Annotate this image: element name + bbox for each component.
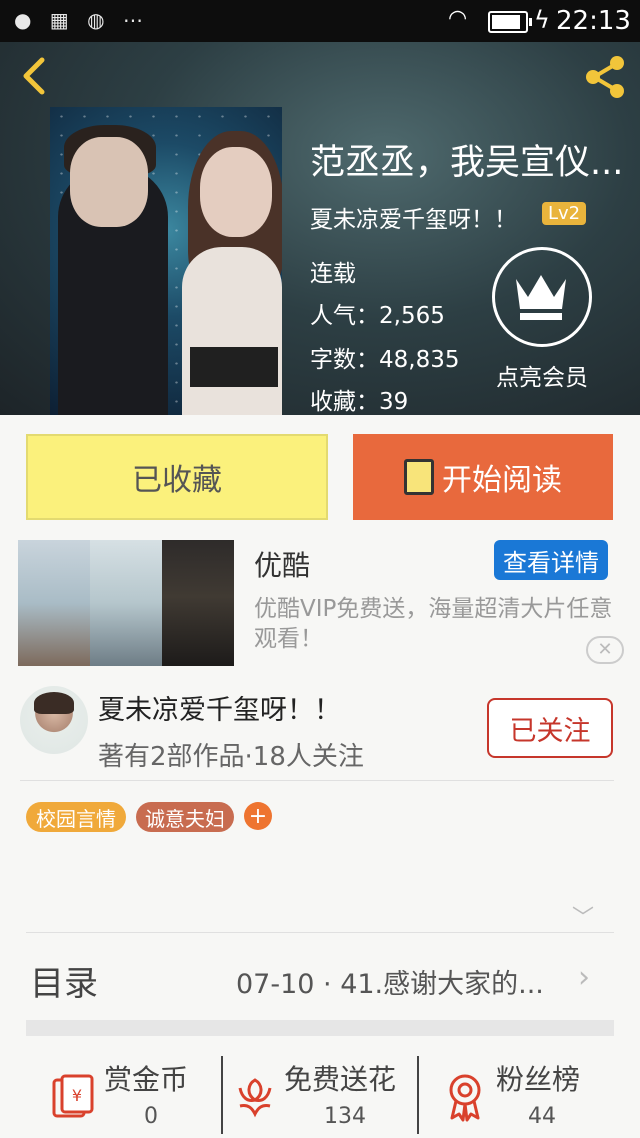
ad-image[interactable] [18, 540, 234, 666]
tag-couple[interactable]: 诚意夫妇 [136, 802, 234, 832]
crown-icon [516, 275, 566, 320]
fan-ranking-button[interactable]: 粉丝榜 44 [444, 1056, 614, 1138]
latest-chapter[interactable]: 07-10 · 41.感谢大家的... [236, 962, 544, 1001]
medal-icon [449, 1074, 481, 1122]
fan-ranking-label: 粉丝榜 [496, 1063, 581, 1096]
reward-coins-button[interactable]: ¥ 赏金币 0 [50, 1056, 220, 1138]
coin-card-icon: ¥ [52, 1074, 94, 1118]
popularity-stat: 人气：2,565 [310, 296, 445, 330]
vip-label[interactable]: 点亮会员 [496, 358, 588, 392]
author-meta: 著有2部作品·18人关注 [98, 742, 364, 772]
divider [417, 1056, 419, 1134]
word-count-label: 字数： [310, 347, 379, 373]
reward-coins-value: 0 [144, 1104, 158, 1129]
charging-icon: ϟ [534, 6, 550, 34]
ad-description: 优酷VIP免费送，海量超清大片任意观看！ [254, 596, 613, 652]
reward-coins-label: 赏金币 [104, 1063, 189, 1096]
status-bar: ● ▦ ◍ ⋯ ◠ ϟ 22:13 [0, 0, 640, 42]
book-title: 范丞丞，我吴宣仪... [310, 143, 624, 183]
send-flowers-label: 免费送花 [284, 1063, 397, 1096]
word-count-value: 48,835 [379, 347, 460, 373]
back-arrow-icon[interactable] [18, 56, 50, 96]
word-count-stat: 字数：48,835 [310, 340, 459, 374]
book-author[interactable]: 夏未凉爱千玺呀！！ [310, 200, 517, 234]
author-avatar[interactable] [20, 686, 88, 754]
favorited-button[interactable]: 已收藏 [26, 434, 328, 520]
favorites-label: 收藏： [310, 389, 379, 415]
clock: 22:13 [556, 6, 631, 36]
ad-close-icon[interactable]: ✕ [586, 636, 624, 664]
divider [26, 932, 614, 933]
notification-icons: ● ▦ ◍ ⋯ [14, 8, 149, 32]
divider [20, 780, 614, 781]
book-icon [404, 459, 434, 495]
favorited-label: 已收藏 [132, 463, 222, 498]
send-flowers-value: 134 [324, 1104, 366, 1129]
popularity-label: 人气： [310, 303, 379, 329]
serial-status: 连载 [310, 261, 356, 287]
chevron-right-icon[interactable]: › [578, 960, 590, 995]
ad-title: 优酷 [254, 549, 311, 582]
author-level-badge: Lv2 [542, 202, 587, 225]
author-name[interactable]: 夏未凉爱千玺呀！！ [98, 688, 341, 727]
section-separator [26, 1020, 614, 1036]
favorites-value: 39 [379, 389, 409, 415]
popularity-value: 2,565 [379, 303, 445, 329]
start-reading-label: 开始阅读 [442, 463, 562, 498]
add-tag-button[interactable]: + [244, 802, 272, 830]
expand-chevron-icon[interactable]: ﹀ [572, 900, 594, 932]
vip-button[interactable] [492, 247, 592, 347]
wifi-icon: ◠ [448, 6, 468, 31]
send-flowers-button[interactable]: 免费送花 134 [234, 1056, 414, 1138]
favorites-stat: 收藏：39 [310, 382, 408, 416]
book-cover[interactable] [50, 107, 282, 415]
tag-campus-romance[interactable]: 校园言情 [26, 802, 126, 832]
toc-label[interactable]: 目录 [30, 956, 98, 1005]
share-icon[interactable] [580, 52, 630, 102]
battery-icon [488, 11, 532, 33]
ad-details-button[interactable]: 查看详情 [494, 540, 608, 580]
flower-icon [238, 1078, 272, 1118]
start-reading-button[interactable]: 开始阅读 [353, 434, 613, 520]
fan-ranking-value: 44 [528, 1104, 556, 1129]
divider [221, 1056, 223, 1134]
follow-button[interactable]: 已关注 [487, 698, 613, 758]
svg-text:¥: ¥ [72, 1086, 82, 1105]
